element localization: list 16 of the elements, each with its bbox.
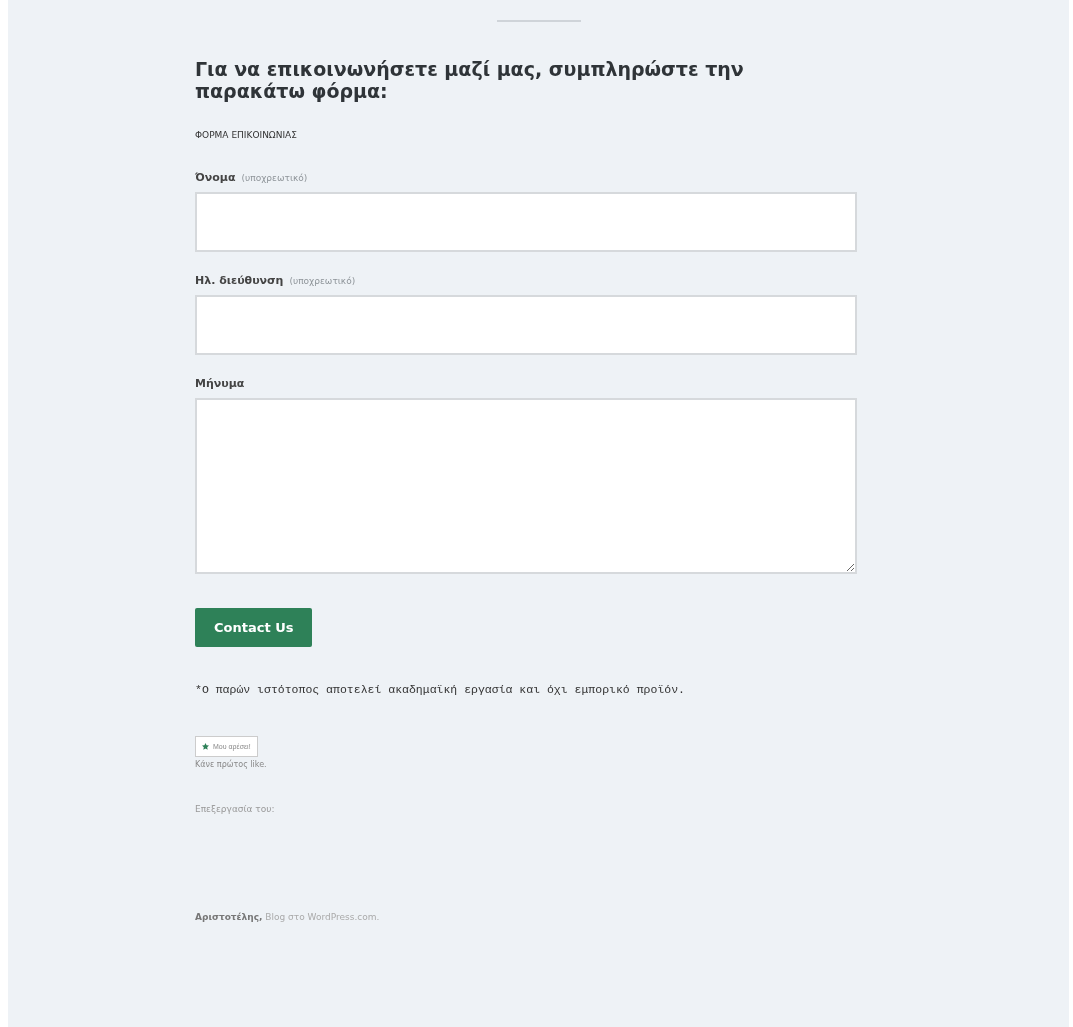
form-title: ΦΟΡΜΑ ΕΠΙΚΟΙΝΩΝΙΑΣ	[195, 130, 298, 140]
disclaimer: *Ο παρών ιστότοπος αποτελεί ακαδημαϊκή εργασία και όχι εμπορικό προϊόν.	[195, 683, 686, 696]
input-field[interactable]	[195, 295, 857, 355]
star-icon	[202, 743, 209, 750]
field-label: Μήνυμα	[195, 377, 245, 390]
required-note: (υποχρεωτικό)	[289, 276, 356, 286]
like-caption: Κάνε πρώτος like.	[195, 760, 268, 769]
contact-button[interactable]: Contact Us	[195, 608, 313, 647]
edited-by: Επεξεργασία του:	[195, 804, 276, 814]
input-field[interactable]	[195, 192, 857, 252]
footer-credit: Αριστοτέλης, Blog στο WordPress.com.	[195, 912, 381, 922]
field-label: Όνομα	[195, 171, 236, 184]
field-label: Ηλ. διεύθυνση	[195, 274, 284, 287]
message-field[interactable]	[195, 398, 857, 574]
heading: Για να επικοινωνήσετε μαζί μας, συμπληρώστε την παρακάτω φόρμα:	[195, 58, 745, 102]
required-note: (υποχρεωτικό)	[241, 173, 308, 183]
